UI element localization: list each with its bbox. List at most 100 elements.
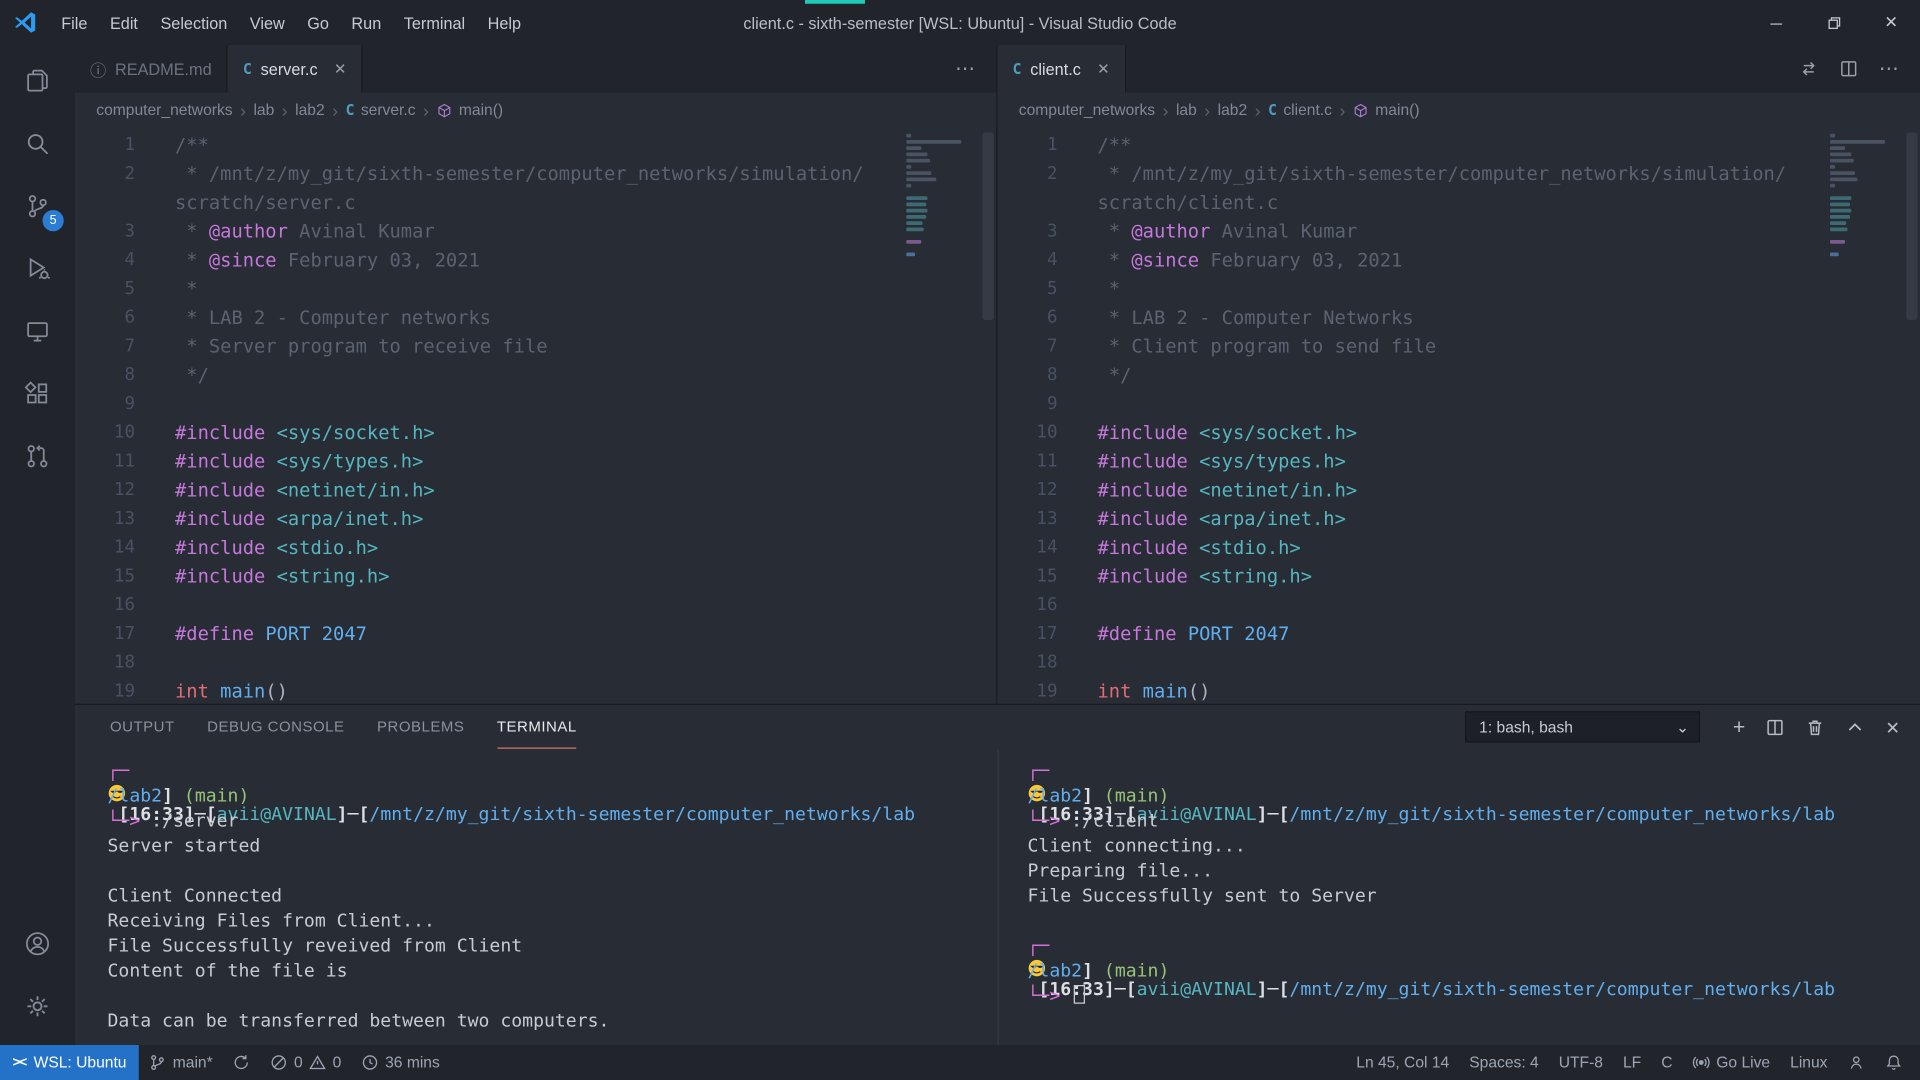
breadcrumb-item[interactable]: lab [1176, 101, 1197, 119]
breadcrumb: computer_networks›lab›lab2›Cclient.c›mai… [998, 93, 1920, 128]
notifications-bell-icon[interactable] [1875, 1054, 1913, 1072]
close-panel-button[interactable]: ✕ [1885, 718, 1900, 736]
minimap[interactable] [1830, 134, 1903, 259]
line-number: 9 [998, 390, 1058, 419]
panel-tab-terminal[interactable]: TERMINAL [497, 705, 577, 749]
panel-tab-debug-console[interactable]: DEBUG CONSOLE [207, 705, 344, 749]
minimize-button[interactable]: ─ [1748, 0, 1806, 45]
status-eol[interactable]: LF [1613, 1054, 1651, 1072]
settings-gear-icon[interactable] [0, 975, 75, 1038]
symbol-method-icon [436, 102, 452, 118]
line-number: 15 [998, 563, 1058, 592]
terminal-picker-dropdown[interactable]: 1: bash, bash ⌄ [1465, 711, 1700, 742]
more-icon[interactable]: ⋯ [955, 56, 976, 81]
status-remote[interactable]: >< WSL: Ubuntu [0, 1045, 139, 1080]
line-number: 8 [998, 361, 1058, 390]
terminal-line: ┌─ [16:33]─[avii@AVINAL]─[/mnt/z/my_git/… [1028, 934, 1920, 959]
minimap-line [906, 221, 922, 225]
breadcrumb-file[interactable]: Cserver.c [346, 101, 416, 119]
tab-client.c[interactable]: Cclient.c✕ [998, 45, 1126, 93]
panel-tab-output[interactable]: OUTPUT [110, 705, 175, 749]
split-icon[interactable] [1839, 59, 1859, 79]
minimap-line [1830, 209, 1851, 213]
minimap-line [906, 240, 921, 244]
status-sync[interactable] [223, 1045, 261, 1080]
code-line: scratch/client.c [998, 189, 1920, 218]
tab-server.c[interactable]: Cserver.c✕ [228, 45, 363, 93]
explorer-icon[interactable] [0, 50, 75, 113]
menu-help[interactable]: Help [476, 0, 532, 45]
status-problems[interactable]: 0 0 [260, 1045, 351, 1080]
breadcrumb-item[interactable]: computer_networks [96, 101, 232, 119]
code-line: 10#include <sys/socket.h> [998, 419, 1920, 448]
status-cursor-position[interactable]: Ln 45, Col 14 [1346, 1054, 1459, 1072]
menu-view[interactable]: View [239, 0, 296, 45]
tab-label: server.c [261, 59, 318, 78]
maximize-panel-button[interactable] [1845, 717, 1865, 737]
panel: OUTPUT DEBUG CONSOLE PROBLEMS TERMINAL 1: b… [75, 704, 1920, 1045]
code-line: 8 */ [75, 361, 996, 390]
breadcrumb-file[interactable]: Cclient.c [1268, 101, 1332, 119]
menu-terminal[interactable]: Terminal [393, 0, 477, 45]
github-pr-icon[interactable] [0, 425, 75, 488]
breadcrumb-symbol[interactable]: main() [436, 101, 503, 119]
status-language-mode[interactable]: C [1651, 1054, 1682, 1072]
minimap[interactable] [906, 134, 979, 259]
close-window-button[interactable]: ✕ [1863, 0, 1920, 45]
line-number: 13 [998, 505, 1058, 534]
menu-file[interactable]: File [50, 0, 99, 45]
line-number: 8 [75, 361, 135, 390]
breadcrumb-symbol-label: main() [1375, 101, 1419, 119]
menu-go[interactable]: Go [296, 0, 340, 45]
status-os[interactable]: Linux [1780, 1054, 1837, 1072]
menu-run[interactable]: Run [340, 0, 392, 45]
tab-README.md[interactable]: ⓘREADME.md [75, 45, 228, 93]
compare-icon[interactable] [1799, 59, 1819, 79]
run-debug-icon[interactable] [0, 238, 75, 301]
line-number: 4 [75, 246, 135, 275]
close-icon[interactable]: ✕ [1097, 60, 1110, 78]
split-terminal-button[interactable] [1765, 717, 1785, 737]
scrollbar[interactable] [983, 133, 994, 321]
menu-edit[interactable]: Edit [99, 0, 150, 45]
terminal-right[interactable]: ┌─ [16:33]─[avii@AVINAL]─[/mnt/z/my_git/… [998, 749, 1920, 1045]
line-number: 6 [998, 304, 1058, 333]
terminal-left[interactable]: ┌─ [16:33]─[avii@AVINAL]─[/mnt/z/my_git/… [75, 749, 998, 1045]
more-icon[interactable]: ⋯ [1879, 56, 1900, 81]
source-control-icon[interactable]: 5 [0, 175, 75, 238]
breadcrumb-symbol[interactable]: main() [1353, 101, 1420, 119]
line-number [998, 189, 1058, 218]
restore-button[interactable] [1805, 0, 1863, 45]
breadcrumb-item[interactable]: lab [253, 101, 274, 119]
code-line: 16 [75, 591, 996, 620]
breadcrumb-separator-icon: › [332, 100, 338, 120]
code-editor-client[interactable]: 1/**2 * /mnt/z/my_git/sixth-semester/com… [998, 128, 1920, 704]
breadcrumb-item[interactable]: computer_networks [1019, 101, 1155, 119]
kill-terminal-button[interactable] [1805, 717, 1825, 737]
feedback-icon[interactable] [1838, 1054, 1876, 1072]
accounts-icon[interactable] [0, 913, 75, 976]
status-indentation[interactable]: Spaces: 4 [1459, 1054, 1548, 1072]
remote-explorer-icon[interactable] [0, 300, 75, 363]
status-go-live[interactable]: Go Live [1683, 1054, 1781, 1072]
status-encoding[interactable]: UTF-8 [1549, 1054, 1613, 1072]
panel-tab-problems[interactable]: PROBLEMS [377, 705, 464, 749]
close-icon[interactable]: ✕ [334, 60, 347, 78]
status-timer[interactable]: 36 mins [351, 1045, 449, 1080]
remote-icon: >< [13, 1055, 27, 1070]
minimap-line [906, 134, 911, 138]
search-icon[interactable] [0, 113, 75, 176]
status-branch[interactable]: main* [139, 1045, 223, 1080]
new-terminal-button[interactable]: + [1733, 716, 1745, 737]
code-editor-server[interactable]: 1/**2 * /mnt/z/my_git/sixth-semester/com… [75, 128, 996, 704]
scrollbar[interactable] [1906, 133, 1917, 321]
extensions-icon[interactable] [0, 363, 75, 426]
breadcrumb-item[interactable]: lab2 [295, 101, 325, 119]
broadcast-icon [1693, 1054, 1711, 1072]
menu-selection[interactable]: Selection [149, 0, 238, 45]
code-line: 15#include <string.h> [998, 563, 1920, 592]
code-line: 1/** [998, 131, 1920, 160]
terminal-line [108, 859, 998, 884]
breadcrumb-item[interactable]: lab2 [1218, 101, 1248, 119]
code-line: 19int main() [75, 678, 996, 704]
